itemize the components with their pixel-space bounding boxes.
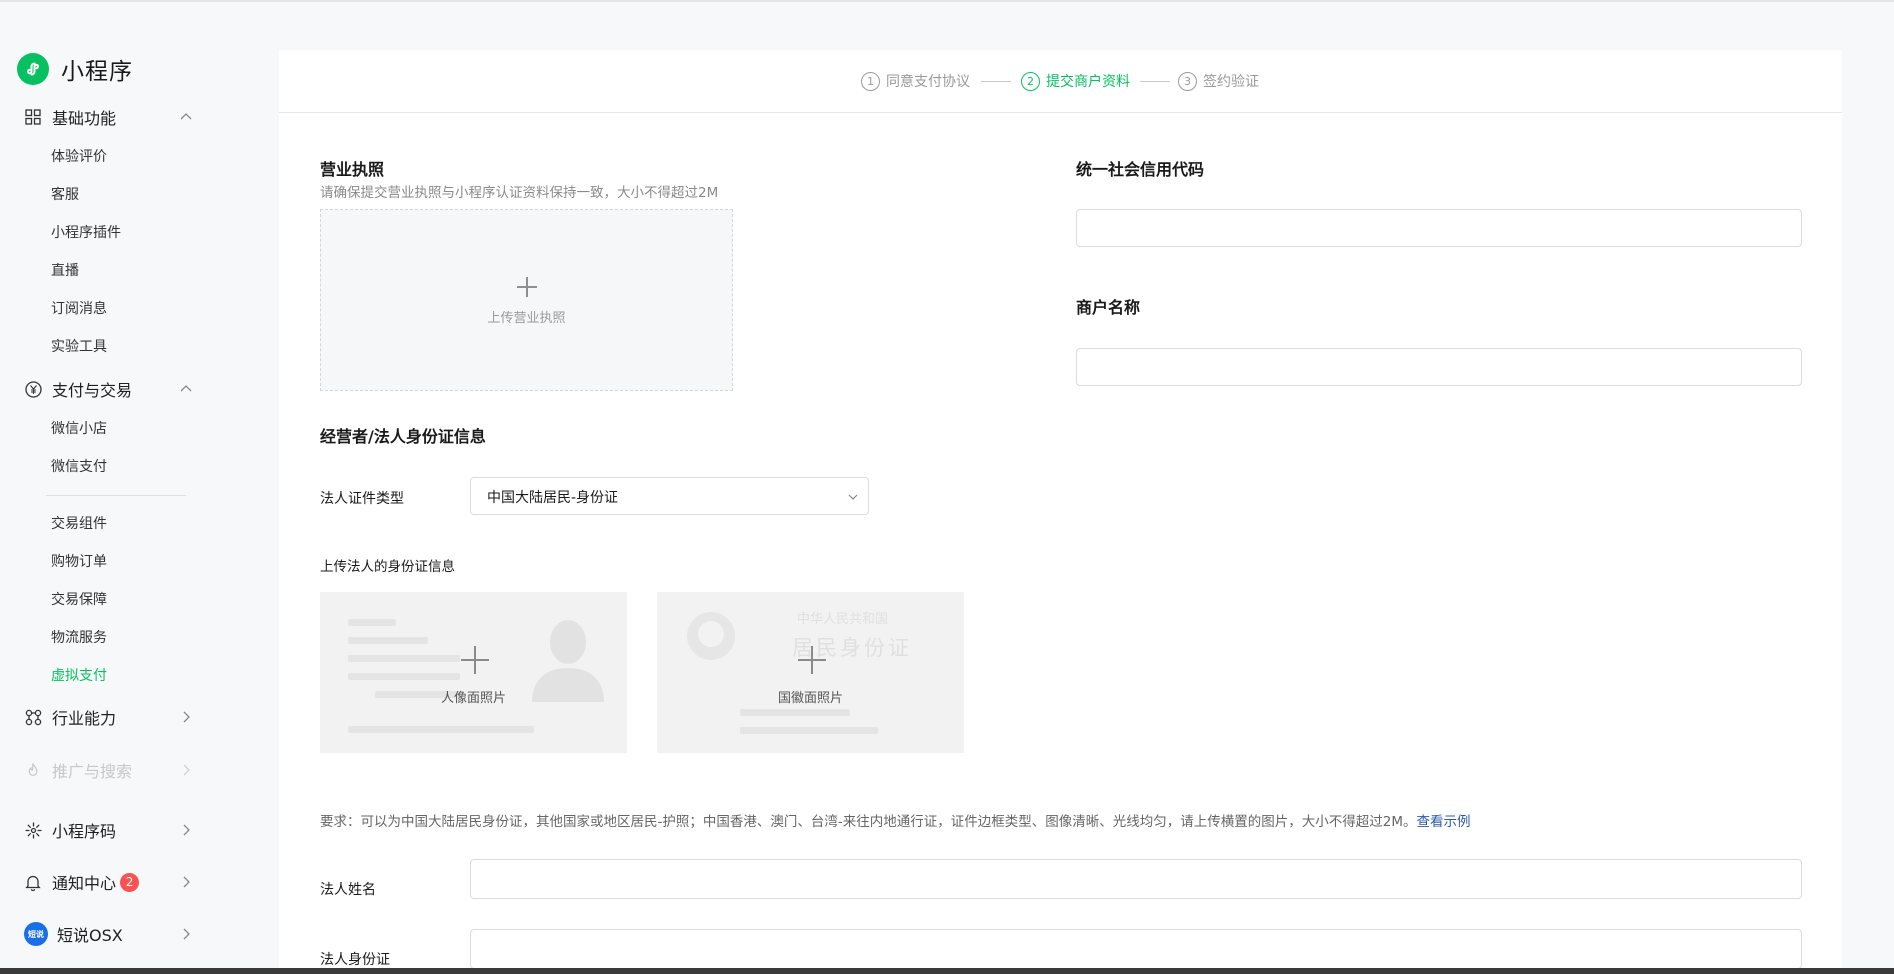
bell-icon xyxy=(24,873,42,891)
step-number: 2 xyxy=(1021,71,1040,91)
nav-group-payment[interactable]: 支付与交易 xyxy=(24,376,194,402)
sidebar-item-lab[interactable]: 实验工具 xyxy=(51,337,107,357)
id-type-value: 中国大陆居民-身份证 xyxy=(487,490,619,506)
nav-group-industry[interactable]: 行业能力 xyxy=(24,704,194,730)
national-emblem-icon xyxy=(687,612,735,660)
step-label: 同意支付协议 xyxy=(886,74,970,90)
requirement-text: 要求：可以为中国大陆居民身份证，其他国家或地区居民-护照；中国香港、澳门、台湾-… xyxy=(320,814,1417,830)
brand[interactable]: 小程序 xyxy=(17,52,133,86)
nav-group-notifications[interactable]: 通知中心 2 xyxy=(24,869,194,895)
nav-group-promotion[interactable]: 推广与搜索 xyxy=(24,757,194,783)
step-label: 签约验证 xyxy=(1203,74,1259,90)
view-example-link[interactable]: 查看示例 xyxy=(1416,814,1470,830)
account-name: 短说OSX xyxy=(57,926,123,945)
sidebar-item-subscribe[interactable]: 订阅消息 xyxy=(51,299,107,319)
sidebar-item-live[interactable]: 直播 xyxy=(51,261,79,281)
emblem-label: 国徽面照片 xyxy=(777,691,843,706)
nav-group-qrcode[interactable]: 小程序码 xyxy=(24,817,194,843)
nav-group-label: 行业能力 xyxy=(52,709,117,728)
miniprogram-logo-icon xyxy=(17,53,49,85)
notification-count-badge: 2 xyxy=(120,872,140,892)
sidebar-item-plugin[interactable]: 小程序插件 xyxy=(51,223,121,243)
app-title: 小程序 xyxy=(61,59,133,85)
card-decoration xyxy=(348,673,460,680)
flame-icon xyxy=(24,761,42,779)
sidebar-item-guarantee[interactable]: 交易保障 xyxy=(51,590,107,610)
account-avatar: 短说 xyxy=(24,922,48,946)
top-border xyxy=(0,0,1894,2)
sidebar-item-review[interactable]: 体验评价 xyxy=(51,147,107,167)
sidebar-item-wechat-store[interactable]: 微信小店 xyxy=(51,419,107,439)
window-bottom-edge xyxy=(0,968,1894,974)
credit-code-input[interactable] xyxy=(1076,209,1802,247)
card-decoration xyxy=(348,619,396,626)
miniprogram-code-icon xyxy=(24,821,42,839)
license-title: 营业执照 xyxy=(320,160,385,179)
plus-icon xyxy=(798,646,826,674)
id-type-label: 法人证件类型 xyxy=(320,491,404,507)
emblem-card-heading: 中华人民共和国 xyxy=(797,612,889,627)
legal-id-number-input[interactable] xyxy=(470,929,1802,969)
nav-group-label: 支付与交易 xyxy=(52,381,133,400)
nav-group-label: 通知中心 xyxy=(52,874,117,893)
license-hint: 请确保提交营业执照与小程序认证资料保持一致，大小不得超过2M xyxy=(320,185,719,201)
legal-name-label: 法人姓名 xyxy=(320,882,376,898)
chevron-right-icon xyxy=(183,764,190,776)
sidebar-item-logistics[interactable]: 物流服务 xyxy=(51,628,107,648)
chevron-right-icon xyxy=(183,711,190,723)
card-decoration xyxy=(740,709,850,716)
sidebar-item-wechat-pay[interactable]: 微信支付 xyxy=(51,457,107,477)
portrait-label: 人像面照片 xyxy=(440,691,506,706)
nav-group-label: 基础功能 xyxy=(52,109,117,128)
sidebar-item-service[interactable]: 客服 xyxy=(51,185,79,205)
step-submit-merchant-info: 2 提交商户资料 xyxy=(1021,71,1130,91)
chevron-right-icon xyxy=(183,876,190,888)
plus-icon xyxy=(461,646,489,674)
sidebar-divider xyxy=(46,495,186,496)
sidebar-item-trade-component[interactable]: 交易组件 xyxy=(51,514,107,534)
progress-steps: 1 同意支付协议 2 提交商户资料 3 签约验证 xyxy=(279,50,1842,113)
id-portrait-upload[interactable]: 人像面照片 xyxy=(320,592,627,753)
main-panel: 1 同意支付协议 2 提交商户资料 3 签约验证 营业执照 请确保提交营业执照与… xyxy=(279,50,1842,969)
id-upload-title: 上传法人的身份证信息 xyxy=(320,559,455,575)
yen-icon xyxy=(24,380,42,398)
nav-group-basic[interactable]: 基础功能 xyxy=(24,104,194,130)
step-connector xyxy=(1140,81,1170,82)
step-connector xyxy=(981,81,1011,82)
card-decoration xyxy=(740,727,878,734)
chevron-up-icon xyxy=(180,113,192,120)
sidebar: 小程序 基础功能 体验评价 客服 小程序插件 直播 订阅消息 实验工具 支付与交… xyxy=(0,0,210,968)
id-requirement-text: 要求：可以为中国大陆居民身份证，其他国家或地区居民-护照；中国香港、澳门、台湾-… xyxy=(320,810,1470,830)
chevron-right-icon xyxy=(183,928,190,940)
industry-icon xyxy=(24,708,42,726)
sidebar-item-virtual-pay[interactable]: 虚拟支付 xyxy=(51,666,107,686)
step-number: 1 xyxy=(861,71,880,91)
sidebar-item-orders[interactable]: 购物订单 xyxy=(51,552,107,572)
id-emblem-upload[interactable]: 中华人民共和国 居民身份证 国徽面照片 xyxy=(657,592,964,753)
plus-icon xyxy=(516,277,537,297)
legal-name-input[interactable] xyxy=(470,859,1802,899)
step-sign-verify: 3 签约验证 xyxy=(1178,71,1259,91)
account-menu[interactable]: 短说 短说OSX xyxy=(24,921,194,947)
merchant-name-input[interactable] xyxy=(1076,348,1802,386)
step-label: 提交商户资料 xyxy=(1046,74,1130,90)
grid-icon xyxy=(24,108,42,126)
license-upload-area[interactable]: 上传营业执照 xyxy=(320,209,733,391)
id-type-select[interactable]: 中国大陆居民-身份证 xyxy=(470,477,869,515)
chevron-right-icon xyxy=(183,824,190,836)
chevron-down-icon xyxy=(848,494,858,500)
card-decoration xyxy=(348,655,460,662)
merchant-name-title: 商户名称 xyxy=(1076,298,1141,317)
legal-id-number-label: 法人身份证 xyxy=(320,952,390,968)
card-decoration xyxy=(348,726,534,733)
step-agree-protocol: 1 同意支付协议 xyxy=(861,71,970,91)
step-number: 3 xyxy=(1178,71,1197,91)
nav-group-label: 小程序码 xyxy=(52,822,117,841)
card-decoration xyxy=(348,637,428,644)
chevron-up-icon xyxy=(180,385,192,392)
credit-code-title: 统一社会信用代码 xyxy=(1076,160,1205,179)
nav-group-label: 推广与搜索 xyxy=(52,762,133,781)
license-upload-label: 上传营业执照 xyxy=(487,311,566,326)
legal-person-section-title: 经营者/法人身份证信息 xyxy=(320,427,486,446)
